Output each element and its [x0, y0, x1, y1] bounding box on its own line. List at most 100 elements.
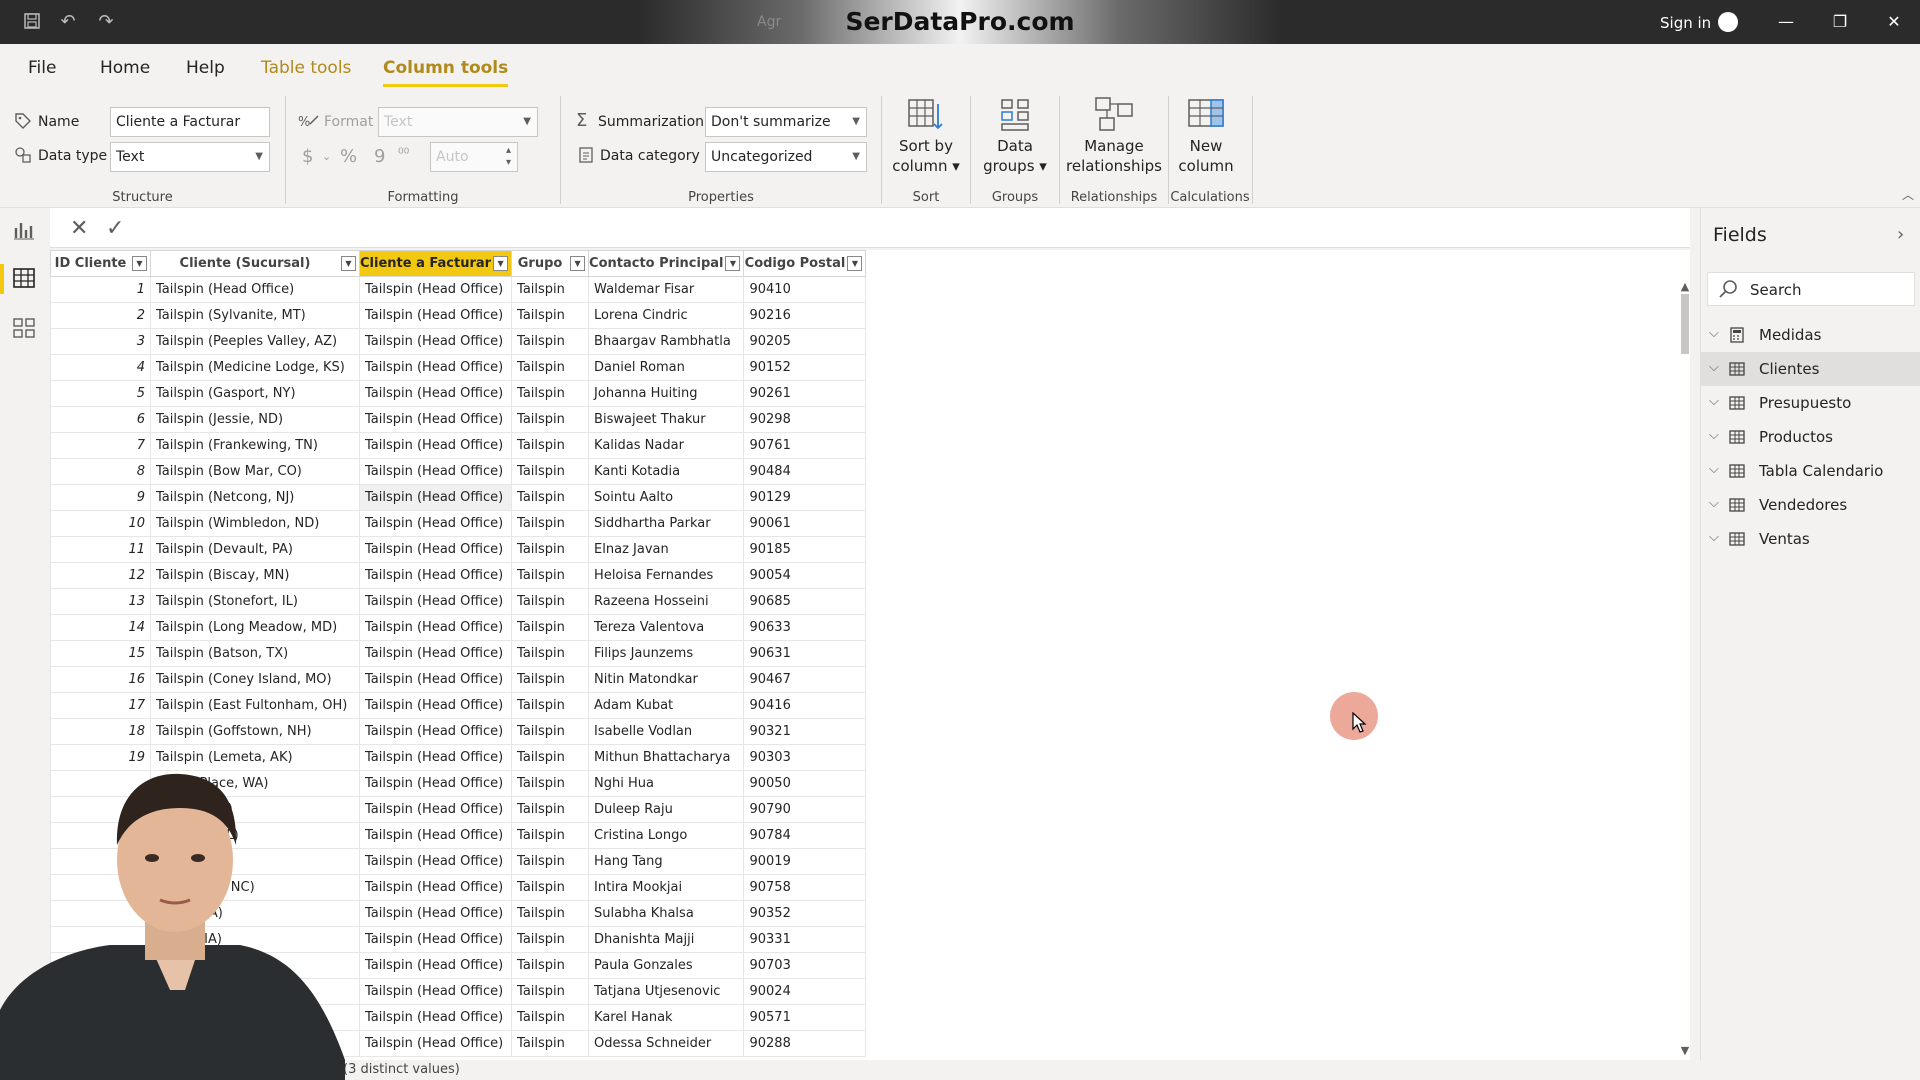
table-cell[interactable]: Tailspin (Coney Island, MO) — [150, 666, 360, 693]
table-cell[interactable]: Tailspin (Head Office) — [358, 770, 513, 797]
table-cell[interactable]: 90352 — [743, 900, 867, 927]
table-cell[interactable]: Tailspin — [511, 432, 590, 459]
table-cell[interactable]: Tailspin (Head Office) — [358, 406, 513, 433]
table-cell[interactable]: 90784 — [743, 822, 867, 849]
format-select[interactable]: Text ▼ — [378, 107, 538, 137]
table-cell[interactable]: Bhaargav Rambhatla — [588, 328, 745, 355]
table-cell[interactable]: 90703 — [743, 952, 867, 979]
table-cell[interactable]: Tailspin (Head Office) — [358, 666, 513, 693]
table-cell[interactable]: Tailspin (Biscay, MN) — [150, 562, 360, 589]
sign-in-link[interactable]: Sign in — [1660, 14, 1711, 32]
table-cell[interactable]: 90050 — [743, 770, 867, 797]
table-cell[interactable]: 9 — [50, 484, 151, 511]
filter-dropdown-icon[interactable]: ▼ — [570, 256, 586, 271]
tab-column-tools[interactable]: Column tools — [383, 58, 509, 87]
table-cell[interactable]: 90410 — [743, 276, 867, 303]
table-cell[interactable]: 90261 — [743, 380, 867, 407]
column-header-cliente-sucursal[interactable]: Cliente (Sucursal) ▼ — [150, 250, 360, 277]
formula-bar[interactable]: ✕ ✓ — [50, 208, 1690, 248]
table-cell[interactable]: Tailspin — [511, 484, 590, 511]
table-cell[interactable]: Mithun Bhattacharya — [588, 744, 745, 771]
table-cell[interactable]: Siddhartha Parkar — [588, 510, 745, 537]
table-cell[interactable]: Tailspin (Head Office) — [358, 458, 513, 485]
collapse-ribbon-icon[interactable]: ︿ — [1902, 186, 1914, 203]
table-cell[interactable]: Tailspin (Head Office) — [358, 952, 513, 979]
table-row[interactable]: 12 Tailspin (Biscay, MN) Tailspin (Head Of… — [50, 562, 867, 589]
table-cell[interactable]: Tailspin (Head Office) — [358, 380, 513, 407]
table-cell[interactable]: Tailspin — [511, 822, 590, 849]
fields-search-input[interactable]: Search — [1707, 272, 1915, 306]
table-cell[interactable]: Tailspin (Head Office) — [358, 614, 513, 641]
table-cell[interactable]: Johanna Huiting — [588, 380, 745, 407]
table-cell[interactable]: Tailspin (Head Office) — [358, 328, 513, 355]
table-cell[interactable]: Odessa Schneider — [588, 1030, 745, 1057]
table-row[interactable]: 13 Tailspin (Stonefort, IL) Tailspin (Head… — [50, 588, 867, 615]
table-cell[interactable]: Tailspin (Head Office) — [358, 718, 513, 745]
table-cell[interactable]: 90758 — [743, 874, 867, 901]
table-cell[interactable]: Tailspin (Head Office) — [358, 744, 513, 771]
table-cell[interactable]: 90019 — [743, 848, 867, 875]
table-cell[interactable]: Tailspin (Head Office) — [358, 354, 513, 381]
table-cell[interactable]: Tailspin (Head Office) — [358, 562, 513, 589]
table-row[interactable]: 4 Tailspin (Medicine Lodge, KS) Tailspin (… — [50, 354, 867, 381]
table-row[interactable]: 14 Tailspin (Long Meadow, MD) Tailspin (He… — [50, 614, 867, 641]
filter-dropdown-icon[interactable]: ▼ — [341, 256, 356, 271]
table-cell[interactable]: 90790 — [743, 796, 867, 823]
table-cell[interactable]: 16 — [50, 666, 151, 693]
table-cell[interactable]: Tailspin (Head Office) — [358, 1030, 513, 1057]
table-cell[interactable]: Karel Hanak — [588, 1004, 745, 1031]
table-cell[interactable]: Isabelle Vodlan — [588, 718, 745, 745]
filter-dropdown-icon[interactable]: ▼ — [725, 256, 741, 271]
table-row[interactable]: 16 Tailspin (Coney Island, MO) Tailspin (H… — [50, 666, 867, 693]
table-cell[interactable]: Tailspin — [511, 276, 590, 303]
table-cell[interactable]: 6 — [50, 406, 151, 433]
table-row[interactable]: 3 Tailspin (Peeples Valley, AZ) Tailspin (… — [50, 328, 867, 355]
table-cell[interactable]: Tatjana Utjesenovic — [588, 978, 745, 1005]
table-cell[interactable]: Tailspin — [511, 874, 590, 901]
table-cell[interactable]: 90061 — [743, 510, 867, 537]
table-row[interactable]: 2 Tailspin (Sylvanite, MT) Tailspin (Head … — [50, 302, 867, 329]
scroll-down-icon[interactable]: ▼ — [1678, 1044, 1692, 1057]
table-cell[interactable]: Biswajeet Thakur — [588, 406, 745, 433]
vertical-scrollbar[interactable]: ▲ ▼ — [1678, 280, 1692, 1060]
chevron-down-icon[interactable]: ⌵ — [1709, 360, 1719, 375]
table-cell[interactable]: Kanti Kotadia — [588, 458, 745, 485]
data-view-icon[interactable] — [12, 266, 38, 292]
fields-table-item[interactable]: ⌵ Medidas — [1701, 318, 1920, 352]
scroll-up-icon[interactable]: ▲ — [1678, 280, 1692, 293]
chevron-down-icon[interactable]: ⌵ — [1709, 496, 1719, 511]
table-cell[interactable]: 12 — [50, 562, 151, 589]
table-cell[interactable]: Tailspin — [511, 900, 590, 927]
table-cell[interactable]: 90331 — [743, 926, 867, 953]
save-icon[interactable] — [22, 12, 42, 32]
table-cell[interactable]: 18 — [50, 718, 151, 745]
table-cell[interactable]: Tailspin (Jessie, ND) — [150, 406, 360, 433]
table-cell[interactable]: 1 — [50, 276, 151, 303]
table-cell[interactable]: Tailspin (Head Office) — [358, 302, 513, 329]
fields-table-item[interactable]: ⌵ Productos — [1701, 420, 1920, 454]
table-cell[interactable]: Tailspin (Head Office) — [150, 276, 360, 303]
table-cell[interactable]: Tailspin — [511, 796, 590, 823]
table-cell[interactable]: Tailspin — [511, 536, 590, 563]
tab-file[interactable]: File — [28, 58, 56, 78]
table-cell[interactable]: Tailspin (Head Office) — [358, 978, 513, 1005]
table-cell[interactable]: Tailspin (Netcong, NJ) — [150, 484, 360, 511]
table-row[interactable]: 11 Tailspin (Devault, PA) Tailspin (Head O… — [50, 536, 867, 563]
table-cell[interactable]: Tailspin (Medicine Lodge, KS) — [150, 354, 360, 381]
table-cell[interactable]: Tailspin (Head Office) — [358, 822, 513, 849]
table-cell[interactable]: Tailspin (Head Office) — [358, 432, 513, 459]
comma-icon[interactable]: 9 — [374, 146, 385, 167]
table-cell[interactable]: Tailspin — [511, 588, 590, 615]
table-row[interactable]: 1 Tailspin (Head Office) Tailspin (Head Of… — [50, 276, 867, 303]
table-cell[interactable]: Nitin Matondkar — [588, 666, 745, 693]
table-cell[interactable]: Tailspin (Frankewing, TN) — [150, 432, 360, 459]
fields-table-item[interactable]: ⌵ Tabla Calendario — [1701, 454, 1920, 488]
tab-help[interactable]: Help — [186, 58, 225, 78]
table-cell[interactable]: Tailspin — [511, 718, 590, 745]
table-cell[interactable]: Razeena Hosseini — [588, 588, 745, 615]
table-cell[interactable]: Tailspin — [511, 328, 590, 355]
chevron-down-icon[interactable]: ⌵ — [1709, 462, 1719, 477]
table-cell[interactable]: Tailspin (Devault, PA) — [150, 536, 360, 563]
table-cell[interactable]: 90484 — [743, 458, 867, 485]
table-cell[interactable]: Sulabha Khalsa — [588, 900, 745, 927]
